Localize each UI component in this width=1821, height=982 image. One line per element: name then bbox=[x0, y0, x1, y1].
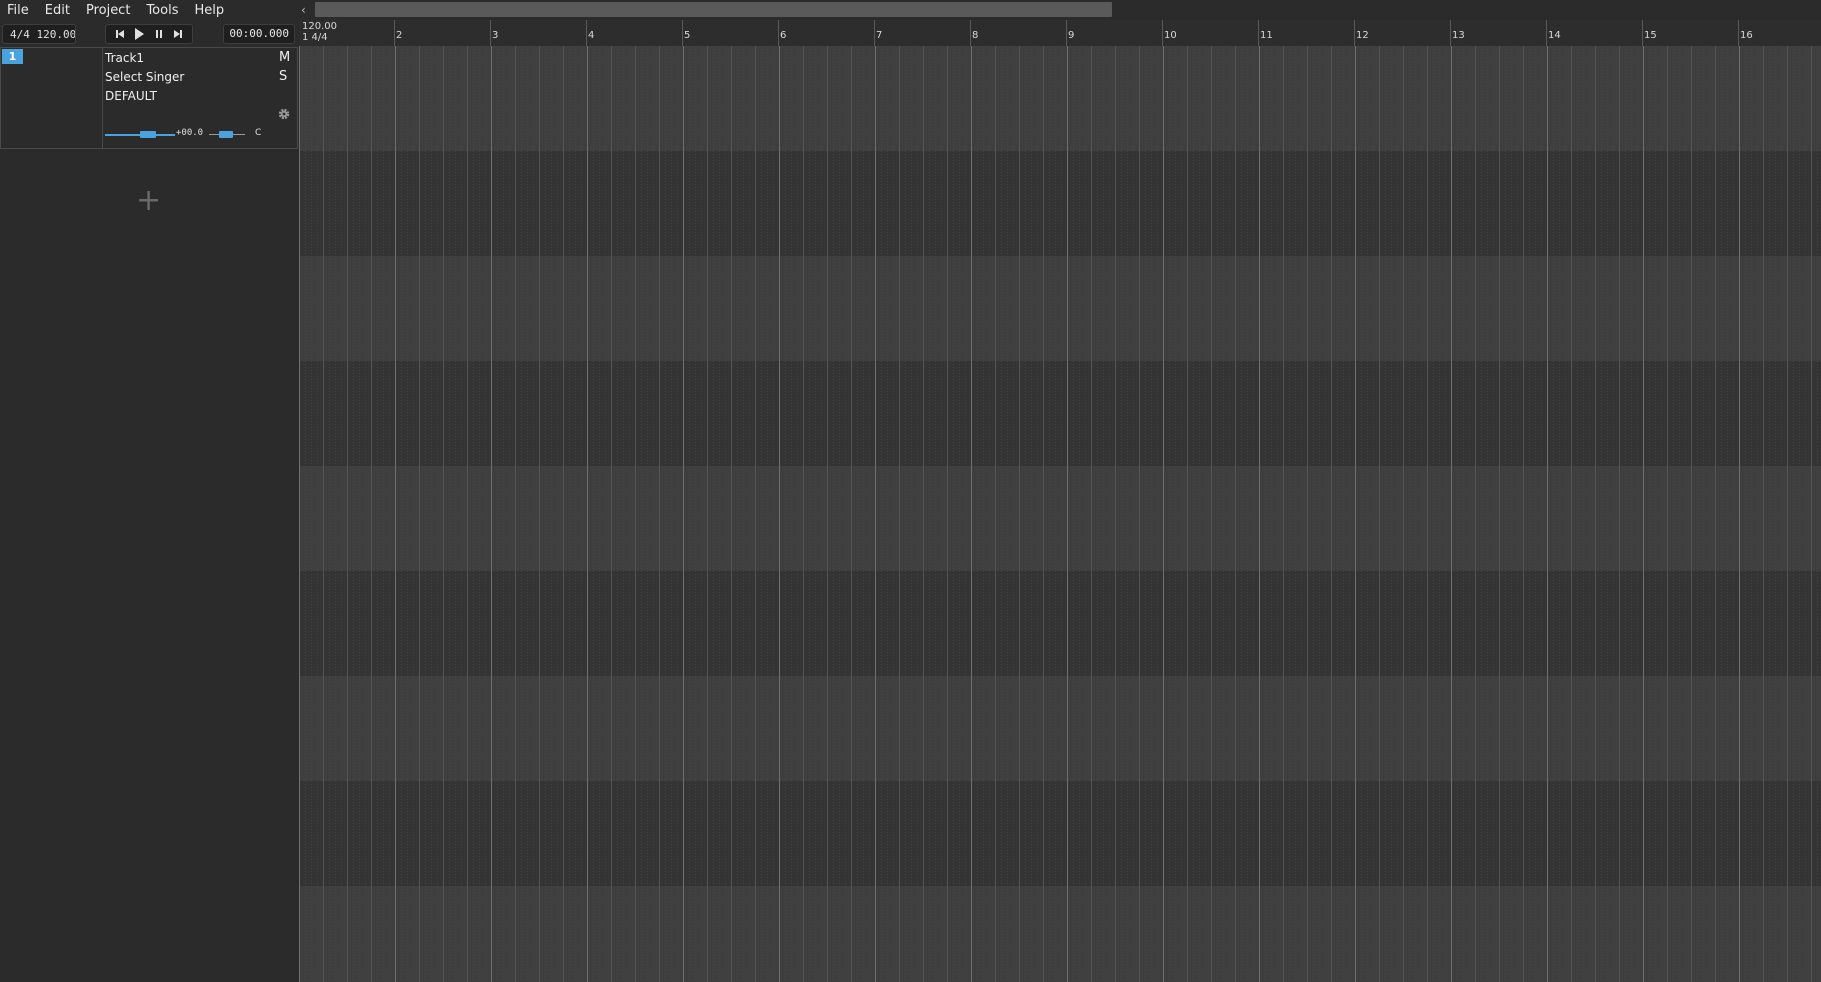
ruler-tempo-label: 120.00 bbox=[302, 21, 337, 32]
ruler-bar-label: 8 bbox=[972, 30, 979, 41]
transport-controls bbox=[105, 24, 193, 44]
ruler-bar-line bbox=[586, 20, 587, 46]
solo-button[interactable]: S bbox=[279, 69, 287, 84]
ruler-bar-line bbox=[778, 20, 779, 46]
ruler-bar-line bbox=[1738, 20, 1739, 46]
grid-canvas bbox=[299, 46, 1821, 982]
pan-value: C bbox=[255, 128, 262, 138]
tempo-signature-field[interactable]: 4/4 120.00 bbox=[2, 24, 76, 44]
skip-forward-icon[interactable] bbox=[170, 26, 186, 42]
ruler-bar-label: 2 bbox=[396, 30, 403, 41]
track-name[interactable]: Track1 bbox=[105, 51, 144, 65]
track-grid[interactable] bbox=[299, 46, 1821, 982]
volume-value: +00.0 bbox=[176, 128, 204, 138]
ruler-bar-line bbox=[1450, 20, 1451, 46]
track-header: 1 Track1 Select Singer DEFAULT M S +00.0… bbox=[0, 47, 298, 149]
play-icon[interactable] bbox=[131, 26, 147, 42]
ruler-bar-line bbox=[970, 20, 971, 46]
menu-help[interactable]: Help bbox=[186, 0, 232, 22]
skip-back-icon[interactable] bbox=[112, 26, 128, 42]
ruler-bar-label: 11 bbox=[1260, 30, 1273, 41]
ruler-bar-label: 13 bbox=[1452, 30, 1465, 41]
ruler-bar-label: 4 bbox=[588, 30, 595, 41]
menu-project[interactable]: Project bbox=[78, 0, 138, 22]
ruler-signature-label: 1 4/4 bbox=[302, 32, 328, 43]
menu-tools[interactable]: Tools bbox=[138, 0, 186, 22]
renderer-selector[interactable]: DEFAULT bbox=[105, 89, 157, 103]
ruler-bar-line bbox=[1546, 20, 1547, 46]
ruler-bar-label: 7 bbox=[876, 30, 883, 41]
pan-slider-handle[interactable] bbox=[219, 131, 233, 138]
ruler-bar-label: 6 bbox=[780, 30, 787, 41]
menu-file[interactable]: File bbox=[0, 0, 37, 22]
horizontal-scrollbar[interactable]: ‹ bbox=[299, 0, 1821, 20]
ruler-bar-label: 10 bbox=[1164, 30, 1177, 41]
ruler-bar-label: 16 bbox=[1740, 30, 1753, 41]
ruler-bar-label: 14 bbox=[1548, 30, 1561, 41]
ruler-bar-line bbox=[1354, 20, 1355, 46]
ruler-bar-label: 9 bbox=[1068, 30, 1075, 41]
ruler-bar-label: 15 bbox=[1644, 30, 1657, 41]
ruler-bar-line bbox=[490, 20, 491, 46]
track-color-area[interactable]: 1 bbox=[1, 48, 103, 148]
ruler-bar-line bbox=[682, 20, 683, 46]
ruler-bar-label: 5 bbox=[684, 30, 691, 41]
ruler-bar-line bbox=[1162, 20, 1163, 46]
ruler-bar-line bbox=[1642, 20, 1643, 46]
gear-icon[interactable] bbox=[277, 107, 291, 121]
ruler-bar-line bbox=[1258, 20, 1259, 46]
mute-button[interactable]: M bbox=[279, 50, 290, 65]
ruler-bar-line bbox=[874, 20, 875, 46]
chevron-left-icon[interactable]: ‹ bbox=[301, 2, 313, 18]
time-display: 00:00.000 bbox=[223, 24, 295, 44]
scrollbar-thumb[interactable] bbox=[315, 2, 1112, 17]
singer-selector[interactable]: Select Singer bbox=[105, 70, 184, 84]
menu-edit[interactable]: Edit bbox=[37, 0, 78, 22]
ruler-bar-label: 12 bbox=[1356, 30, 1369, 41]
volume-slider-handle[interactable] bbox=[140, 131, 156, 138]
track-number-badge: 1 bbox=[2, 49, 23, 64]
menu-bar: File Edit Project Tools Help bbox=[0, 0, 300, 22]
ruler-bar-line bbox=[394, 20, 395, 46]
pause-icon[interactable] bbox=[151, 26, 167, 42]
timeline-ruler[interactable]: 120.00 1 4/4 2 3 4 5 6 7 8 9 10 11 12 13 14 15 16 bbox=[299, 20, 1821, 47]
ruler-bar-label: 3 bbox=[492, 30, 499, 41]
ruler-bar-line bbox=[1066, 20, 1067, 46]
add-track-button[interactable]: + bbox=[136, 186, 161, 216]
